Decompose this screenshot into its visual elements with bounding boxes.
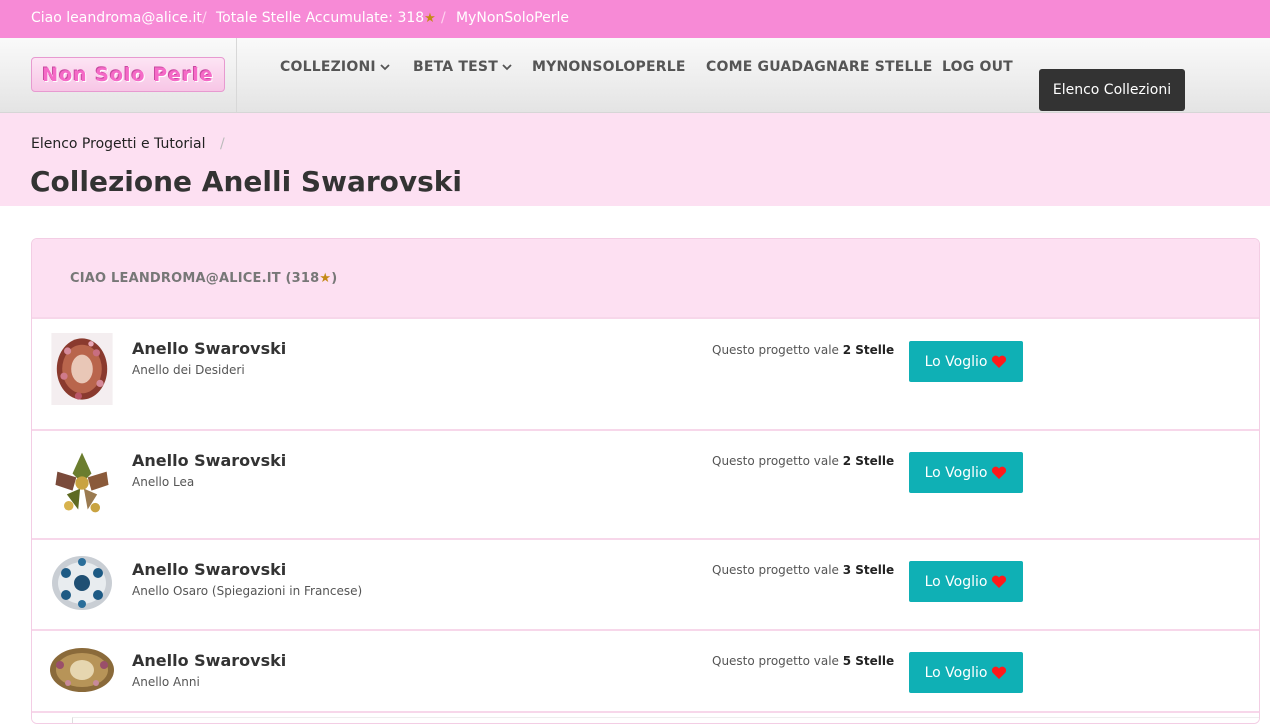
ring-thumbnail-image[interactable]	[48, 553, 116, 613]
ring-thumbnail-image[interactable]	[48, 333, 116, 405]
lo-voglio-button[interactable]: Lo Voglio	[909, 341, 1023, 382]
value-prefix: Questo progetto vale	[712, 563, 839, 577]
heart-icon	[992, 575, 1007, 588]
item-subtitle: Anello Osaro (Spiegazioni in Francese)	[132, 584, 363, 598]
value-prefix: Questo progetto vale	[712, 454, 839, 468]
nav-item-beta-test[interactable]: BETA TEST	[413, 59, 512, 75]
elenco-collezioni-button[interactable]: Elenco Collezioni	[1039, 69, 1185, 111]
total-stars-label: Totale Stelle Accumulate: 318	[216, 10, 425, 26]
ring-thumbnail-image[interactable]	[48, 645, 116, 695]
collection-panel: CIAO LEANDROMA@ALICE.IT (318★) Anello Sw…	[31, 238, 1260, 724]
header-divider	[236, 38, 237, 112]
nav-item-log-out[interactable]: LOG OUT	[942, 59, 1013, 75]
nav-item-label: COLLEZIONI	[280, 59, 376, 75]
main-header: Non Solo Perle COLLEZIONI BETA TEST MYNO…	[0, 38, 1270, 113]
page-title: Collezione Anelli Swarovski	[30, 165, 463, 198]
lo-voglio-button[interactable]: Lo Voglio	[909, 652, 1023, 693]
button-label: Lo Voglio	[924, 464, 988, 481]
item-title[interactable]: Anello Swarovski	[132, 560, 286, 579]
nav-item-collezioni[interactable]: COLLEZIONI	[280, 59, 390, 75]
mynonsoloperle-link[interactable]: MyNonSoloPerle	[456, 10, 569, 26]
item-value: Questo progetto vale 3 Stelle	[712, 563, 894, 577]
panel-heading-label: CIAO LEANDROMA@ALICE.IT (318	[70, 271, 320, 286]
item-subtitle: Anello Anni	[132, 675, 200, 689]
item-subtitle: Anello Lea	[132, 475, 195, 489]
chevron-down-icon	[380, 64, 390, 71]
item-value: Questo progetto vale 5 Stelle	[712, 654, 894, 668]
value-stars: 5 Stelle	[842, 654, 895, 668]
next-row-edge	[72, 717, 1259, 723]
heart-icon	[992, 466, 1007, 479]
panel-heading-close: )	[331, 271, 338, 286]
value-stars: 3 Stelle	[842, 563, 895, 577]
page-heading-band: Elenco Progetti e Tutorial / Collezione …	[0, 113, 1270, 206]
ring-thumbnail-image[interactable]	[48, 447, 116, 519]
panel-heading: CIAO LEANDROMA@ALICE.IT (318★)	[32, 239, 1259, 318]
list-item	[32, 711, 1259, 723]
button-label: Lo Voglio	[924, 573, 988, 590]
button-label: Lo Voglio	[924, 353, 988, 370]
item-value: Questo progetto vale 2 Stelle	[712, 454, 894, 468]
lo-voglio-button[interactable]: Lo Voglio	[909, 561, 1023, 602]
value-stars: 2 Stelle	[842, 454, 895, 468]
value-stars: 2 Stelle	[842, 343, 895, 357]
item-value: Questo progetto vale 2 Stelle	[712, 343, 894, 357]
item-subtitle: Anello dei Desideri	[132, 363, 245, 377]
topbar-separator: /	[202, 10, 207, 26]
list-item: Anello Swarovski Anello Anni Questo prog…	[32, 629, 1259, 713]
item-title[interactable]: Anello Swarovski	[132, 651, 286, 670]
chevron-down-icon	[502, 64, 512, 71]
item-title[interactable]: Anello Swarovski	[132, 339, 286, 358]
breadcrumb-separator: /	[220, 136, 225, 152]
top-user-bar: Ciao leandroma@alice.it / Totale Stelle …	[0, 0, 1270, 38]
value-prefix: Questo progetto vale	[712, 343, 839, 357]
item-title[interactable]: Anello Swarovski	[132, 451, 286, 470]
heart-icon	[992, 355, 1007, 368]
topbar-separator: /	[441, 10, 446, 26]
star-icon: ★	[424, 11, 436, 26]
star-icon: ★	[319, 271, 332, 286]
list-item: Anello Swarovski Anello dei Desideri Que…	[32, 317, 1259, 431]
button-label: Lo Voglio	[924, 664, 988, 681]
lo-voglio-button[interactable]: Lo Voglio	[909, 452, 1023, 493]
list-item: Anello Swarovski Anello Osaro (Spiegazio…	[32, 538, 1259, 629]
site-logo[interactable]: Non Solo Perle	[31, 57, 225, 92]
heart-icon	[992, 666, 1007, 679]
value-prefix: Questo progetto vale	[712, 654, 839, 668]
panel-heading-text: CIAO LEANDROMA@ALICE.IT (318★)	[70, 271, 337, 286]
nav-item-mynonsoloperle[interactable]: MYNONSOLOPERLE	[532, 59, 686, 75]
total-stars-link[interactable]: Totale Stelle Accumulate: 318★	[216, 10, 436, 26]
user-greeting-link[interactable]: Ciao leandroma@alice.it	[31, 10, 202, 26]
breadcrumb-link[interactable]: Elenco Progetti e Tutorial	[31, 136, 206, 152]
nav-item-label: BETA TEST	[413, 59, 498, 75]
list-item: Anello Swarovski Anello Lea Questo proge…	[32, 429, 1259, 538]
nav-item-come-guadagnare-stelle[interactable]: COME GUADAGNARE STELLE	[706, 59, 933, 75]
